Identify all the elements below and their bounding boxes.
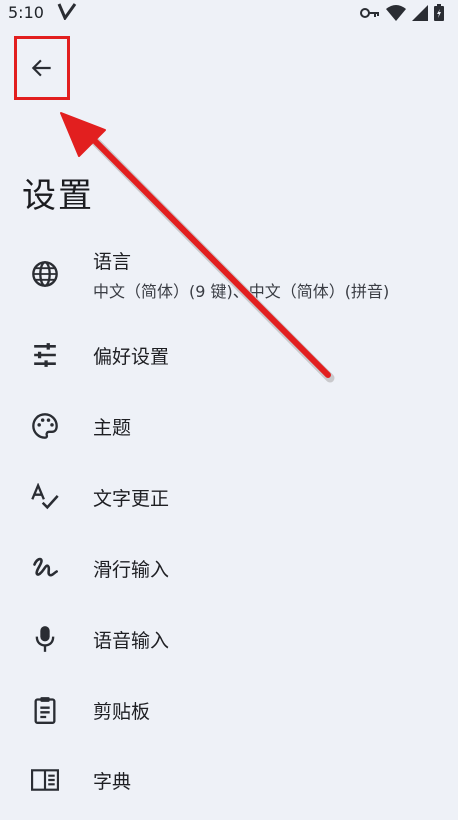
settings-item-language[interactable]: 语言 中文（简体）(9 键)、中文（简体）(拼音) xyxy=(0,236,458,312)
settings-item-label: 语音输入 xyxy=(93,629,170,652)
settings-item-glide-typing[interactable]: 滑行输入 xyxy=(0,533,458,603)
settings-item-label: 偏好设置 xyxy=(93,345,170,368)
settings-item-theme[interactable]: 主题 xyxy=(0,391,458,461)
spellcheck-icon xyxy=(30,482,60,512)
settings-item-label: 主题 xyxy=(93,416,132,439)
status-bar: 5:10 xyxy=(0,0,458,28)
globe-icon xyxy=(30,259,60,289)
settings-item-dictionary[interactable]: 字典 xyxy=(0,745,458,815)
gesture-icon xyxy=(30,553,60,583)
status-time: 5:10 xyxy=(8,3,44,22)
battery-icon xyxy=(434,4,444,21)
status-icons xyxy=(360,4,444,21)
back-button[interactable] xyxy=(14,36,70,100)
clipboard-icon xyxy=(30,695,60,725)
settings-item-label: 剪贴板 xyxy=(93,700,151,723)
settings-item-label: 字典 xyxy=(93,770,132,793)
settings-item-clipboard[interactable]: 剪贴板 xyxy=(0,675,458,745)
palette-icon xyxy=(30,411,60,441)
settings-item-subtitle: 中文（简体）(9 键)、中文（简体）(拼音) xyxy=(93,281,390,301)
microphone-icon xyxy=(30,624,60,654)
page-title: 设置 xyxy=(22,176,94,216)
wifi-icon xyxy=(386,4,406,21)
settings-item-label: 滑行输入 xyxy=(93,558,170,581)
settings-item-label: 语言 xyxy=(93,250,132,273)
book-icon xyxy=(30,765,60,795)
settings-item-text-correction[interactable]: 文字更正 xyxy=(0,462,458,532)
notification-v-icon xyxy=(57,3,77,20)
signal-icon xyxy=(412,4,428,21)
settings-item-voice-input[interactable]: 语音输入 xyxy=(0,604,458,674)
settings-item-label: 文字更正 xyxy=(93,487,170,510)
tune-sliders-icon xyxy=(30,340,60,370)
arrow-left-icon xyxy=(31,59,51,77)
vpn-key-icon xyxy=(360,7,379,18)
settings-item-preferences[interactable]: 偏好设置 xyxy=(0,320,458,390)
